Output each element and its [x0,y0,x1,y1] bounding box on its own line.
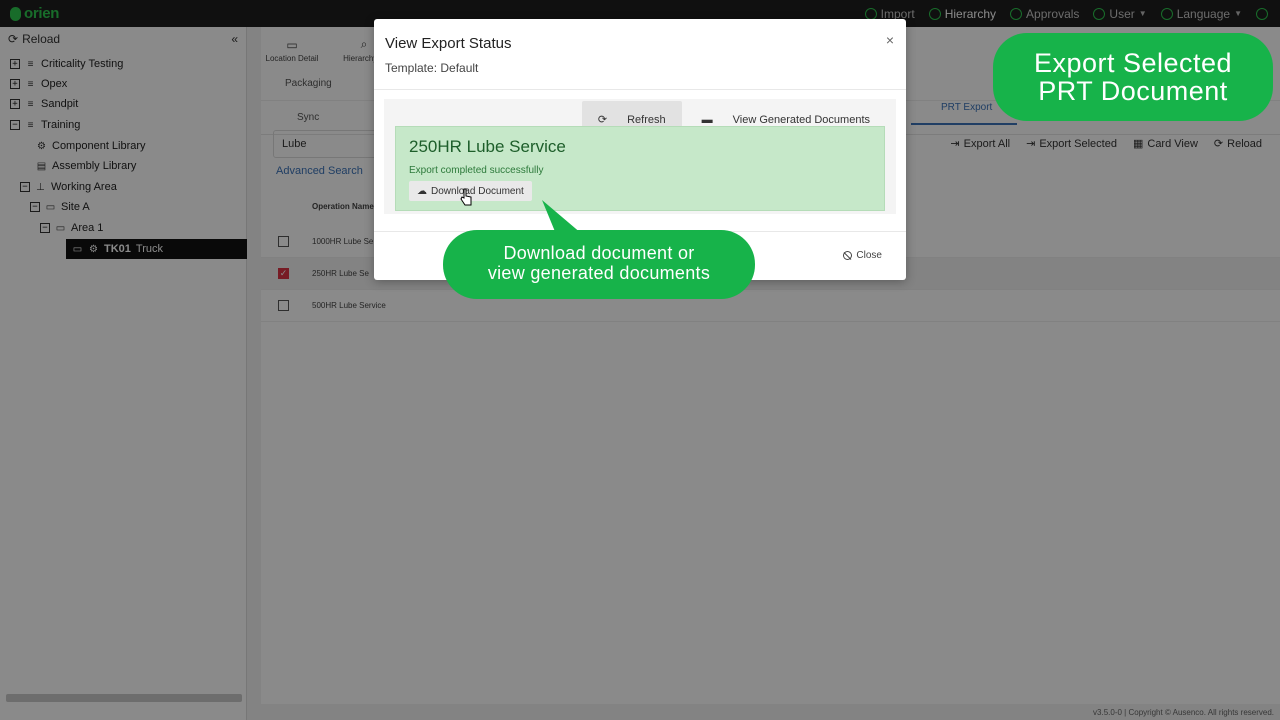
callout-export-selected: Export Selected PRT Document [993,33,1273,121]
callout-line: view generated documents [487,263,711,283]
hand-cursor-icon [460,188,472,206]
callout-line: PRT Document [1038,76,1228,106]
callout-download: Download document or view generated docu… [443,230,755,299]
status-card-title: 250HR Lube Service [409,137,566,156]
status-message: Export completed successfully [409,165,544,176]
close-label: Close [856,250,882,261]
modal-title: View Export Status [385,35,512,52]
ban-icon [843,251,853,260]
modal-template-label: Template: Default [385,61,479,75]
close-button[interactable]: Close [843,250,882,261]
download-label: Download Document [431,185,524,197]
divider [374,89,906,90]
close-icon[interactable]: × [886,32,894,48]
callout-line: Download document or [503,243,695,263]
callout-line: Export Selected [1033,48,1233,78]
cloud-download-icon: ☁ [417,185,427,197]
